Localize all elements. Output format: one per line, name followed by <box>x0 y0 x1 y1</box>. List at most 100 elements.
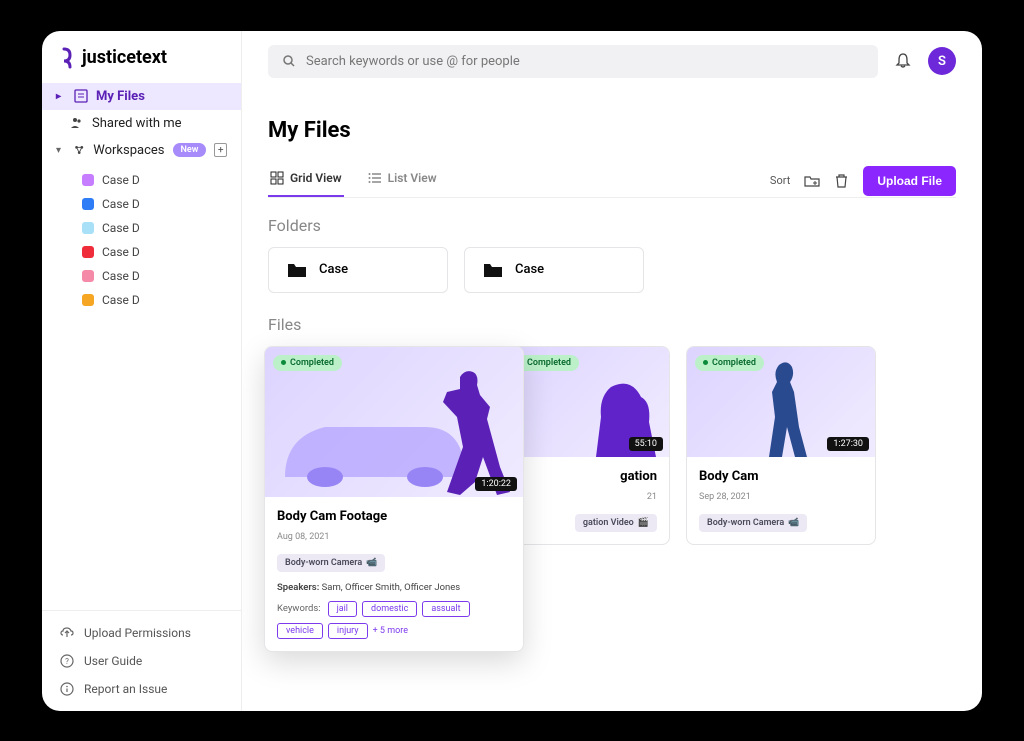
nav-my-files-label: My Files <box>96 89 145 104</box>
workspace-color-dot <box>82 270 94 282</box>
file-card-body: Body Cam Sep 28, 2021 Body-worn Camera 📹 <box>687 457 875 544</box>
file-date: Sep 28, 2021 <box>699 492 863 502</box>
file-thumbnail: Completed 1:27:30 <box>687 347 875 457</box>
workspace-label: Case D <box>102 173 140 187</box>
file-card-featured[interactable]: Completed 1:20:22 Body Cam Footage Aug 0… <box>264 346 524 652</box>
workspace-color-dot <box>82 198 94 210</box>
upload-permissions-label: Upload Permissions <box>84 626 191 640</box>
workspace-label: Case D <box>102 269 140 283</box>
keyword-tag[interactable]: injury <box>328 623 368 639</box>
grid-view-label: Grid View <box>290 171 342 185</box>
user-guide-link[interactable]: ? User Guide <box>42 647 241 675</box>
folder-name: Case <box>319 262 348 277</box>
file-card[interactable]: Completed 1:27:30 Body Cam Sep 28, 2021 … <box>686 346 876 545</box>
add-workspace-button[interactable]: + <box>214 143 227 157</box>
search-input[interactable]: Search keywords or use @ for people <box>268 45 878 78</box>
workspace-label: Case D <box>102 221 140 235</box>
file-thumbnail: Completed 1:20:22 <box>265 347 523 497</box>
nav-workspaces-label: Workspaces <box>93 143 164 158</box>
view-toolbar: Grid View List View Sort Upload File <box>268 165 956 198</box>
help-icon: ? <box>60 654 74 668</box>
workspace-item[interactable]: Case D <box>72 264 241 288</box>
nav-my-files[interactable]: ▸ My Files <box>42 83 241 110</box>
file-tag: gation Video 🎬 <box>575 514 657 532</box>
cloud-upload-icon <box>60 626 74 640</box>
folder-row: Case Case <box>268 247 956 293</box>
search-icon <box>282 54 296 68</box>
chevron-down-icon: ▾ <box>56 145 65 156</box>
tab-grid-view[interactable]: Grid View <box>268 165 344 197</box>
workspace-item[interactable]: Case D <box>72 168 241 192</box>
search-placeholder: Search keywords or use @ for people <box>306 54 520 69</box>
workspace-label: Case D <box>102 245 140 259</box>
workspace-color-dot <box>82 222 94 234</box>
keywords-more[interactable]: + 5 more <box>373 626 408 636</box>
notifications-icon[interactable] <box>894 52 912 70</box>
speakers-line: Speakers: Sam, Officer Smith, Officer Jo… <box>277 582 511 593</box>
workspaces-icon <box>73 143 85 157</box>
user-avatar[interactable]: S <box>928 47 956 75</box>
files-grid: Completed 1:20:22 Body Cam Footage Aug 0… <box>268 346 956 652</box>
folder-icon <box>483 262 503 278</box>
new-folder-icon[interactable] <box>804 173 820 189</box>
workspace-color-dot <box>82 294 94 306</box>
folder-card[interactable]: Case <box>464 247 644 293</box>
file-title: Body Cam Footage <box>277 509 511 524</box>
topbar: Search keywords or use @ for people S <box>242 31 982 92</box>
sort-label[interactable]: Sort <box>770 174 790 187</box>
nav-workspaces[interactable]: ▾ Workspaces New + <box>42 137 241 164</box>
camera-icon: 📹 <box>788 518 799 528</box>
app-window: justicetext ▸ My Files Shared with me ▾ … <box>42 31 982 711</box>
nav-shared-label: Shared with me <box>92 116 182 131</box>
keyword-tag[interactable]: jail <box>328 601 357 617</box>
sidebar: justicetext ▸ My Files Shared with me ▾ … <box>42 31 242 711</box>
files-heading: Files <box>268 315 956 334</box>
tab-list-view[interactable]: List View <box>366 165 439 197</box>
keywords-row: vehicle injury + 5 more <box>277 623 511 639</box>
duration-badge: 1:27:30 <box>827 437 869 451</box>
folder-name: Case <box>515 262 544 277</box>
keywords-row: Keywords: jail domestic assualt <box>277 601 511 617</box>
folders-heading: Folders <box>268 216 956 235</box>
upload-file-button[interactable]: Upload File <box>863 166 956 196</box>
nav-shared[interactable]: Shared with me <box>42 110 241 137</box>
file-tag: Body-worn Camera 📹 <box>277 554 385 572</box>
workspace-item[interactable]: Case D <box>72 192 241 216</box>
people-icon <box>70 116 84 130</box>
camera-icon: 📹 <box>366 558 377 568</box>
upload-permissions-link[interactable]: Upload Permissions <box>42 619 241 647</box>
page-title: My Files <box>268 118 956 143</box>
thumbnail-art <box>265 347 523 497</box>
workspace-item[interactable]: Case D <box>72 288 241 312</box>
workspace-color-dot <box>82 174 94 186</box>
file-icon <box>74 89 88 103</box>
keyword-tag[interactable]: vehicle <box>277 623 323 639</box>
workspace-color-dot <box>82 246 94 258</box>
file-title: Body Cam <box>699 469 863 484</box>
workspace-list: Case D Case D Case D Case D Case D Case … <box>42 168 241 312</box>
keyword-tag[interactable]: domestic <box>362 601 417 617</box>
brand-text: justicetext <box>82 47 167 68</box>
user-guide-label: User Guide <box>84 654 142 668</box>
grid-icon <box>270 171 284 185</box>
sidebar-footer: Upload Permissions ? User Guide Report a… <box>42 610 241 711</box>
workspace-item[interactable]: Case D <box>72 216 241 240</box>
keyword-tag[interactable]: assualt <box>422 601 469 617</box>
avatar-initial: S <box>938 54 946 69</box>
svg-text:?: ? <box>65 657 69 666</box>
folder-icon <box>287 262 307 278</box>
logo-icon <box>58 47 76 69</box>
workspace-label: Case D <box>102 197 140 211</box>
content: My Files Grid View List View Sort Upload… <box>242 92 982 711</box>
file-date: Aug 08, 2021 <box>277 532 511 542</box>
report-issue-link[interactable]: Report an Issue <box>42 675 241 703</box>
trash-icon[interactable] <box>834 173 849 188</box>
keywords-label: Keywords: <box>277 603 321 614</box>
folder-card[interactable]: Case <box>268 247 448 293</box>
info-icon <box>60 682 74 696</box>
main-area: Search keywords or use @ for people S My… <box>242 31 982 711</box>
chevron-right-icon: ▸ <box>56 91 66 102</box>
workspace-item[interactable]: Case D <box>72 240 241 264</box>
file-tag: Body-worn Camera 📹 <box>699 514 807 532</box>
brand-logo: justicetext <box>42 43 241 83</box>
